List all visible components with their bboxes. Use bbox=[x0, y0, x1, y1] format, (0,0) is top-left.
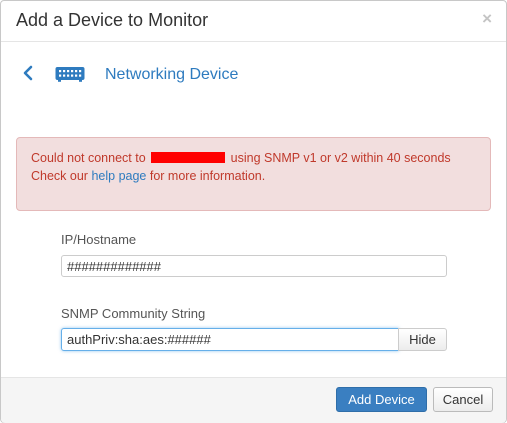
help-page-link[interactable]: help page bbox=[91, 169, 146, 183]
cancel-button[interactable]: Cancel bbox=[433, 387, 493, 412]
hide-button[interactable]: Hide bbox=[398, 328, 447, 351]
hostname-input[interactable] bbox=[61, 255, 447, 277]
connection-error-alert: Could not connect to using SNMP v1 or v2… bbox=[16, 137, 491, 211]
alert-text-prefix: Could not connect to bbox=[31, 151, 146, 165]
redacted-address bbox=[151, 152, 226, 163]
network-switch-icon bbox=[55, 67, 85, 82]
close-icon[interactable]: × bbox=[482, 9, 492, 29]
alert-help-suffix: for more information. bbox=[149, 169, 266, 183]
device-type-label: Networking Device bbox=[105, 66, 239, 83]
device-type-row: Networking Device bbox=[1, 57, 506, 93]
alert-text-suffix: using SNMP v1 or v2 within 40 seconds bbox=[230, 151, 451, 165]
community-string-label: SNMP Community String bbox=[61, 306, 206, 321]
dialog-title: Add a Device to Monitor bbox=[16, 10, 209, 30]
dialog-header: Add a Device to Monitor × bbox=[1, 1, 506, 42]
alert-help-prefix: Check our bbox=[31, 169, 88, 183]
hostname-label: IP/Hostname bbox=[61, 232, 137, 247]
dialog-footer: Add Device Cancel bbox=[1, 377, 506, 423]
chevron-left-icon[interactable] bbox=[21, 65, 35, 81]
add-device-button[interactable]: Add Device bbox=[336, 387, 427, 412]
community-string-input[interactable] bbox=[61, 328, 399, 351]
add-device-dialog: Add a Device to Monitor × Networking Dev… bbox=[0, 0, 507, 423]
